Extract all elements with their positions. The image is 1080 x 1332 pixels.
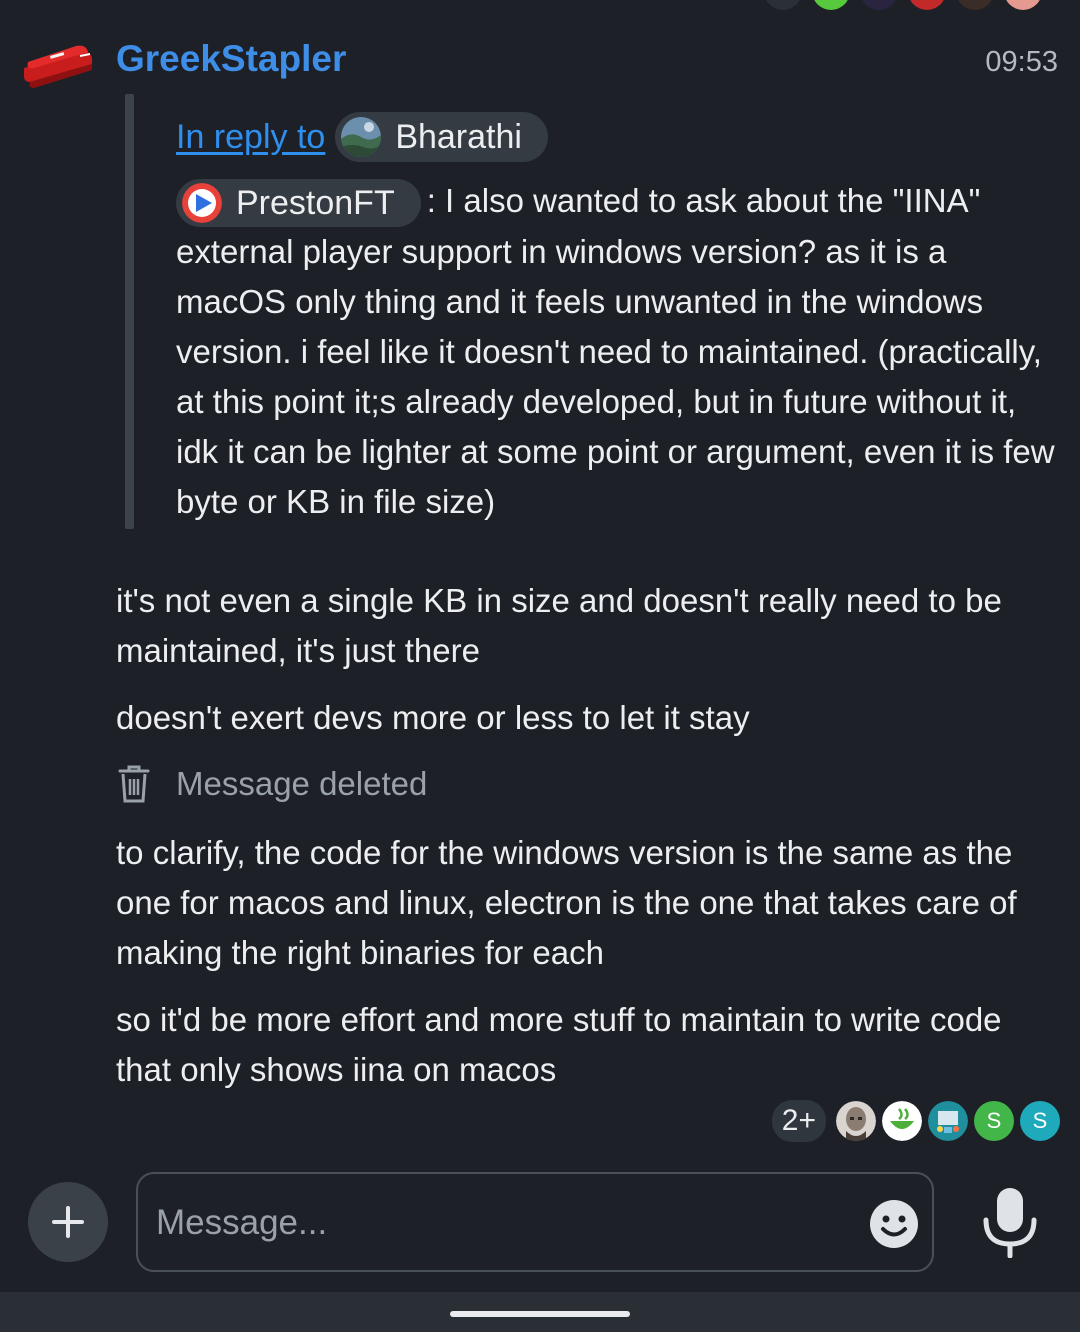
message-author[interactable]: GreekStapler xyxy=(116,38,346,80)
avatar xyxy=(812,0,850,10)
avatar xyxy=(882,1101,922,1141)
quoted-message: PrestonFT : I also wanted to ask about t… xyxy=(176,176,1056,527)
avatar: S xyxy=(1020,1101,1060,1141)
message-composer xyxy=(136,1172,934,1272)
trash-icon xyxy=(118,765,150,803)
reaction-count[interactable]: 2+ xyxy=(771,1100,826,1142)
author-avatar-stapler-icon[interactable] xyxy=(20,38,96,92)
avatar xyxy=(928,1101,968,1141)
replied-user-mention[interactable]: Bharathi xyxy=(335,112,548,162)
chat-screen: GreekStapler 09:53 In reply to Bharathi … xyxy=(0,0,1080,1332)
avatar xyxy=(764,0,802,10)
avatar xyxy=(860,0,898,10)
plus-icon xyxy=(52,1206,84,1238)
reply-quote-bar xyxy=(125,94,134,529)
bharathi-avatar xyxy=(341,117,382,157)
in-reply-to-link[interactable]: In reply to xyxy=(176,118,325,157)
message-text: to clarify, the code for the windows ver… xyxy=(116,834,1017,971)
reply-header: In reply to Bharathi xyxy=(176,111,548,163)
quoted-text: : I also wanted to ask about the "IINA" … xyxy=(176,182,1055,521)
avatar: S xyxy=(974,1101,1014,1141)
message-text: doesn't exert devs more or less to let i… xyxy=(116,699,750,736)
avatar xyxy=(908,0,946,10)
emoji-icon[interactable] xyxy=(868,1198,920,1250)
gesture-handle[interactable] xyxy=(450,1311,630,1317)
message-text: so it'd be more effort and more stuff to… xyxy=(116,1001,1002,1088)
system-navigation-bar xyxy=(0,1292,1080,1332)
message-timestamp: 09:53 xyxy=(985,46,1058,78)
avatar xyxy=(1004,0,1042,10)
quoted-user-mention[interactable]: PrestonFT xyxy=(176,179,421,228)
message-text: it's not even a single KB in size and do… xyxy=(116,582,1002,669)
deleted-message-label: Message deleted xyxy=(176,765,428,802)
deleted-message: Message deleted xyxy=(116,758,427,810)
quoted-user-name: PrestonFT xyxy=(236,184,395,223)
reaction-avatars[interactable]: 2+ S S xyxy=(771,1100,1060,1142)
avatar xyxy=(836,1101,876,1141)
microphone-icon[interactable] xyxy=(978,1186,1042,1258)
message-input[interactable] xyxy=(156,1192,856,1254)
replied-user-name: Bharathi xyxy=(395,117,522,156)
avatar xyxy=(956,0,994,10)
previous-reactions xyxy=(764,0,1042,12)
add-attachment-button[interactable] xyxy=(28,1182,108,1262)
prestonft-avatar xyxy=(182,183,222,224)
